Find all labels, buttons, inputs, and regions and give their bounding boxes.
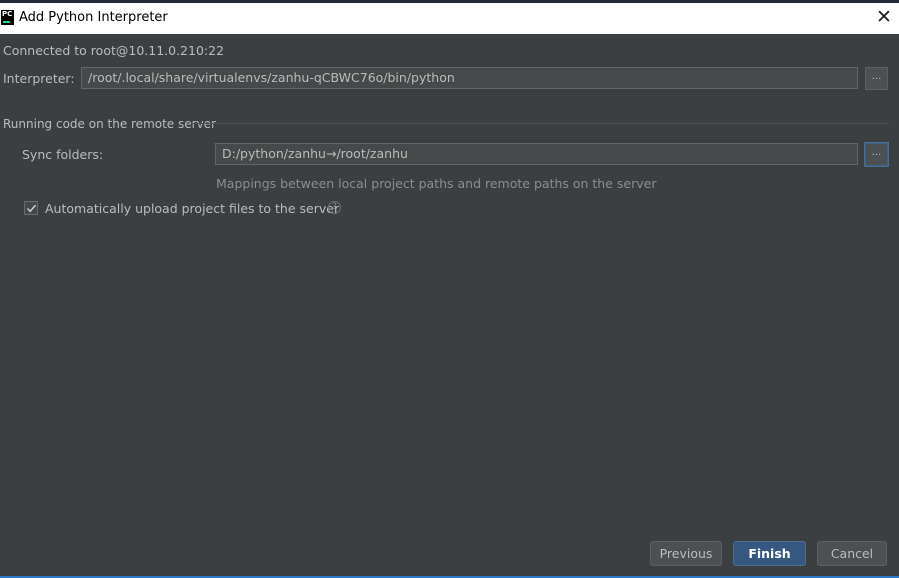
- interpreter-label: Interpreter:: [3, 71, 75, 86]
- dialog-title: Add Python Interpreter: [19, 10, 168, 25]
- help-icon[interactable]: ?: [328, 201, 341, 214]
- connection-status: Connected to root@10.11.0.210:22: [3, 43, 225, 58]
- interpreter-browse-button[interactable]: ...: [865, 67, 888, 90]
- app-icon-text: PC: [2, 10, 13, 18]
- auto-upload-label[interactable]: Automatically upload project files to th…: [45, 201, 339, 216]
- add-interpreter-dialog: PC Add Python Interpreter ✕ Connected to…: [0, 0, 899, 578]
- section-separator: [193, 123, 889, 124]
- previous-button[interactable]: Previous: [650, 541, 722, 566]
- cancel-button[interactable]: Cancel: [817, 541, 887, 566]
- title-bar: PC Add Python Interpreter ✕: [0, 0, 899, 34]
- pycharm-logo-icon: PC: [1, 10, 14, 25]
- finish-button[interactable]: Finish: [733, 541, 806, 566]
- sync-folders-field[interactable]: D:/python/zanhu→/root/zanhu: [215, 143, 858, 165]
- top-strip: [0, 0, 899, 3]
- interpreter-path-field[interactable]: /root/.local/share/virtualenvs/zanhu-qCB…: [81, 67, 858, 89]
- sync-folders-hint: Mappings between local project paths and…: [216, 176, 657, 191]
- sync-folders-browse-button[interactable]: ...: [865, 143, 888, 166]
- close-icon[interactable]: ✕: [875, 8, 893, 27]
- sync-folders-label: Sync folders:: [22, 147, 104, 162]
- checkmark-icon: [26, 204, 37, 213]
- remote-section-title: Running code on the remote server: [3, 117, 216, 131]
- logo-bar: [3, 21, 10, 23]
- auto-upload-checkbox[interactable]: [24, 201, 38, 215]
